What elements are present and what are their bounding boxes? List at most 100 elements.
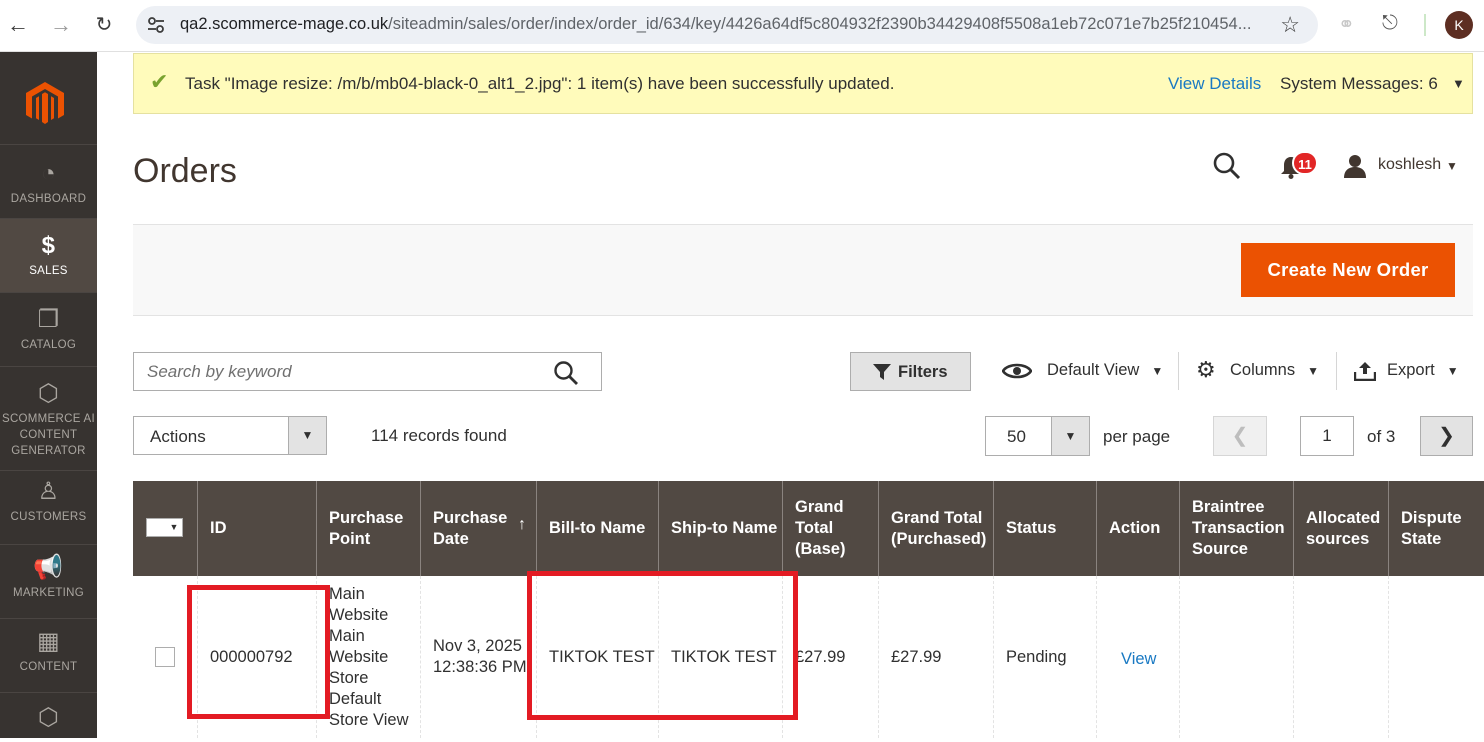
sidebar-label-customers: CUSTOMERS: [10, 511, 87, 523]
layout-icon: ▦: [37, 628, 60, 655]
mass-select-header: ▼: [133, 481, 197, 576]
columns-label: Columns: [1230, 361, 1296, 379]
per-page-value: 50: [1007, 427, 1026, 446]
sidebar-item-customers[interactable]: ♙ CUSTOMERS: [0, 470, 97, 544]
sidebar-item-dashboard[interactable]: ◔ DASHBOARD: [0, 144, 97, 218]
mass-select-checkbox[interactable]: ▼: [146, 518, 183, 537]
cell-dispute-state: [1388, 576, 1484, 738]
mass-actions-label: Actions: [150, 427, 206, 446]
per-page-select[interactable]: 50 ▼: [985, 416, 1090, 456]
current-page-input[interactable]: 1: [1300, 416, 1354, 456]
sidebar-label-ai-content-generator: SCOMMERCE AI CONTENT GENERATOR: [1, 413, 96, 457]
checkbox[interactable]: [147, 519, 165, 536]
column-header-allocated-sources[interactable]: Allocated sources: [1293, 481, 1388, 576]
site-settings-icon[interactable]: [146, 15, 166, 35]
back-arrow-icon[interactable]: ←: [4, 12, 32, 38]
cell-braintree-source: [1179, 576, 1293, 738]
chevron-down-icon: ▼: [1307, 364, 1319, 378]
sidebar-item-catalog[interactable]: ❐ CATALOG: [0, 292, 97, 366]
gear-icon: ⚙: [1196, 357, 1216, 382]
dollar-icon: $: [41, 232, 56, 259]
person-icon: ♙: [37, 478, 60, 505]
chevron-down-icon[interactable]: ▼: [1446, 159, 1458, 173]
create-new-order-button[interactable]: Create New Order: [1241, 243, 1455, 297]
column-header-dispute-state[interactable]: Dispute State: [1388, 481, 1484, 576]
chevron-down-icon[interactable]: ▼: [1051, 417, 1089, 455]
default-view-dropdown[interactable]: Default View ▼: [1002, 361, 1163, 380]
column-header-bill-to-name[interactable]: Bill-to Name: [536, 481, 658, 576]
view-details-link[interactable]: View Details: [1168, 74, 1261, 94]
filters-button[interactable]: Filters: [850, 352, 971, 391]
column-header-purchase-date[interactable]: Purchase Date ↑: [420, 481, 536, 576]
per-page-label: per page: [1103, 427, 1171, 446]
system-message-bar: ✔ Task "Image resize: /m/b/mb04-black-0_…: [133, 53, 1473, 114]
chevron-down-icon[interactable]: ▼: [1452, 76, 1465, 91]
extension-icon[interactable]: ⚭: [1338, 12, 1355, 37]
column-header-action: Action: [1096, 481, 1179, 576]
column-header-braintree-source[interactable]: Braintree Transaction Source: [1179, 481, 1293, 576]
export-label: Export: [1387, 361, 1435, 379]
chevron-down-icon: ▼: [1151, 364, 1164, 378]
megaphone-icon: 📢: [33, 554, 64, 581]
column-header-status[interactable]: Status: [993, 481, 1096, 576]
next-page-button[interactable]: ❯: [1420, 416, 1473, 456]
previous-page-button[interactable]: ❮: [1213, 416, 1267, 456]
filters-label: Filters: [898, 363, 948, 381]
column-header-grand-total-base[interactable]: Grand Total (Base): [782, 481, 878, 576]
keyword-search-input[interactable]: Search by keyword: [133, 352, 602, 391]
sort-ascending-icon: ↑: [518, 516, 526, 533]
url-path: /siteadmin/sales/order/index/order_id/63…: [388, 15, 1252, 33]
export-upload-icon: [1354, 362, 1376, 381]
notifications-badge[interactable]: 11: [1292, 151, 1318, 175]
column-header-ship-to-name[interactable]: Ship-to Name: [658, 481, 782, 576]
eye-icon: [1002, 363, 1032, 379]
column-header-id[interactable]: ID: [197, 481, 316, 576]
cell-purchase-point: Main Website Main Website Store Default …: [316, 576, 420, 738]
sidebar-item-ai-content-generator[interactable]: ⬡ SCOMMERCE AI CONTENT GENERATOR: [0, 366, 97, 470]
profile-avatar[interactable]: K: [1445, 11, 1473, 39]
chevron-down-icon[interactable]: ▼: [288, 417, 326, 454]
user-icon[interactable]: [1343, 154, 1367, 178]
purchase-date-header-label: Purchase Date: [433, 508, 508, 548]
sidebar-item-sales[interactable]: $ SALES: [0, 218, 97, 292]
filter-funnel-icon: [873, 364, 891, 380]
mass-actions-select[interactable]: Actions ▼: [133, 416, 327, 455]
address-bar[interactable]: qa2.scommerce-mage.co.uk/siteadmin/sales…: [136, 6, 1318, 44]
view-order-link[interactable]: View: [1121, 649, 1156, 670]
admin-sidebar: ◔ DASHBOARD $ SALES ❐ CATALOG ⬡ SCOMMERC…: [0, 52, 97, 738]
reload-icon[interactable]: ↻: [90, 12, 118, 37]
box-icon: ❐: [37, 306, 60, 333]
chevron-down-icon[interactable]: ▼: [166, 519, 182, 536]
sidebar-item-content[interactable]: ▦ CONTENT: [0, 618, 97, 692]
orders-grid: ▼ ID Purchase Point Purchase Date ↑ Bill…: [133, 481, 1484, 738]
dashboard-icon: ◔: [41, 160, 56, 187]
extensions-puzzle-icon[interactable]: ⎋: [1382, 12, 1398, 35]
column-header-purchase-point[interactable]: Purchase Point: [316, 481, 420, 576]
page-actions-bar: Create New Order: [133, 224, 1473, 316]
cell-allocated-sources: [1293, 576, 1388, 738]
success-check-icon: ✔: [150, 69, 169, 94]
table-row[interactable]: 000000792 Main Website Main Website Stor…: [133, 576, 1484, 738]
default-view-label: Default View: [1047, 361, 1140, 379]
columns-dropdown[interactable]: ⚙ Columns ▼: [1196, 357, 1319, 382]
export-dropdown[interactable]: Export ▼: [1354, 361, 1459, 381]
cell-purchase-date: Nov 3, 2025 12:38:36 PM: [420, 576, 536, 738]
user-name[interactable]: koshlesh: [1378, 156, 1441, 174]
cell-status: Pending: [993, 576, 1096, 738]
row-checkbox[interactable]: [155, 647, 175, 667]
sidebar-label-catalog: CATALOG: [20, 339, 77, 351]
total-pages: of 3: [1367, 427, 1396, 446]
chevron-down-icon: ▼: [1446, 364, 1459, 378]
magento-logo[interactable]: [22, 80, 68, 126]
bookmark-star-icon[interactable]: ☆: [1280, 12, 1300, 38]
highlight-box-order-id: [187, 585, 330, 719]
system-messages-count[interactable]: System Messages: 6: [1280, 74, 1438, 94]
search-icon[interactable]: [553, 360, 579, 386]
forward-arrow-icon[interactable]: →: [47, 12, 75, 38]
column-header-grand-total-purchased[interactable]: Grand Total (Purchased): [878, 481, 993, 576]
global-search-icon[interactable]: [1212, 151, 1242, 181]
sidebar-item-more[interactable]: ⬡: [0, 692, 97, 742]
sidebar-item-marketing[interactable]: 📢 MARKETING: [0, 544, 97, 618]
sidebar-label-sales: SALES: [29, 265, 68, 277]
hexagon-icon: ⬡: [37, 704, 60, 731]
